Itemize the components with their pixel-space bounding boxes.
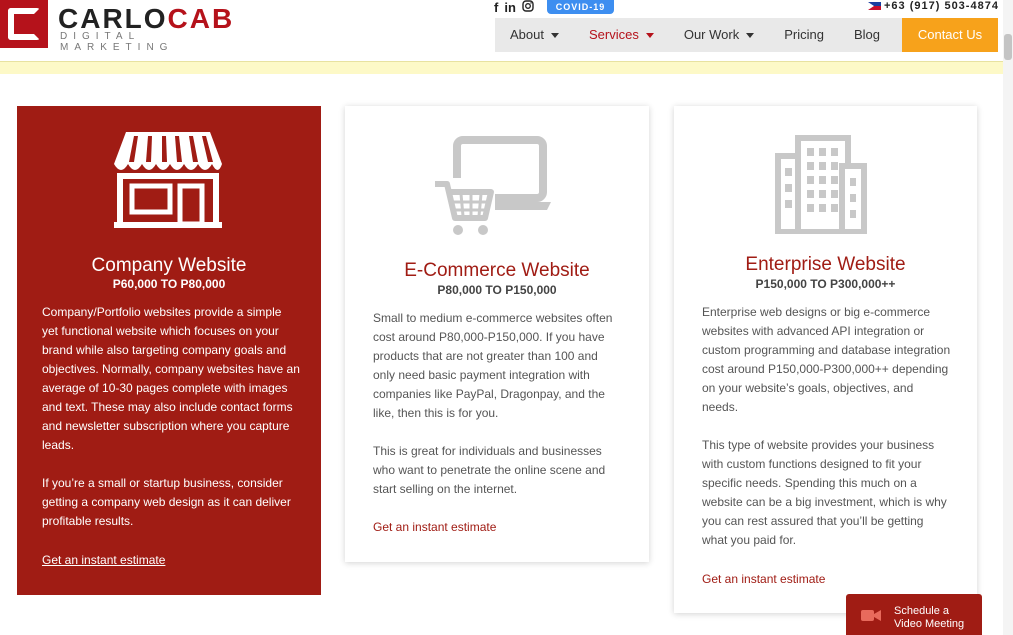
covid-badge[interactable]: COVID-19 bbox=[547, 0, 614, 14]
card-enterprise-website: Enterprise Website P150,000 TO P300,000+… bbox=[674, 106, 977, 613]
chevron-down-icon bbox=[645, 33, 654, 39]
brand-name: CARLOCAB bbox=[58, 3, 235, 34]
logo-mark-icon bbox=[0, 0, 48, 48]
video-meeting-label: Schedule a Video Meeting bbox=[894, 605, 965, 630]
video-camera-icon bbox=[861, 610, 881, 621]
storefront-icon bbox=[112, 128, 224, 229]
social-links: f in bbox=[494, 0, 534, 14]
card-description: Small to medium e-commerce websites ofte… bbox=[373, 311, 613, 420]
philippines-flag-icon bbox=[868, 2, 881, 11]
scrollbar-thumb[interactable] bbox=[1004, 34, 1012, 60]
card-price: P60,000 TO P80,000 bbox=[112, 277, 226, 291]
site-header: CARLOCAB DIGITAL MARKETING f in COVID-19… bbox=[0, 0, 1003, 62]
facebook-icon[interactable]: f bbox=[494, 1, 498, 14]
brand-tagline: DIGITAL MARKETING bbox=[60, 31, 174, 53]
scrollbar-track[interactable] bbox=[1003, 0, 1013, 635]
ecommerce-cart-icon bbox=[433, 136, 553, 236]
nav-blog[interactable]: Blog bbox=[839, 18, 895, 52]
instant-estimate-link[interactable]: Get an instant estimate bbox=[42, 553, 165, 567]
instant-estimate-link[interactable]: Get an instant estimate bbox=[702, 572, 825, 586]
chevron-down-icon bbox=[746, 33, 755, 39]
card-price: P150,000 TO P300,000++ bbox=[755, 277, 896, 291]
linkedin-icon[interactable]: in bbox=[504, 1, 516, 14]
brand-logo[interactable]: CARLOCAB DIGITAL MARKETING bbox=[0, 0, 250, 53]
card-title: E-Commerce Website bbox=[404, 260, 590, 281]
card-title: Enterprise Website bbox=[745, 254, 906, 275]
card-company-website: Company Website P60,000 TO P80,000 Compa… bbox=[17, 106, 321, 595]
card-description: Enterprise web designs or big e-commerce… bbox=[702, 305, 951, 414]
main-nav: About Services Our Work Pricing Blog Con… bbox=[495, 18, 998, 52]
nav-pricing[interactable]: Pricing bbox=[769, 18, 839, 52]
nav-services[interactable]: Services bbox=[574, 18, 669, 52]
card-description-2: This is great for individuals and busine… bbox=[373, 444, 606, 496]
instant-estimate-link[interactable]: Get an instant estimate bbox=[373, 520, 496, 534]
nav-our-work[interactable]: Our Work bbox=[669, 18, 769, 52]
card-description: Company/Portfolio websites provide a sim… bbox=[42, 305, 300, 452]
office-building-icon bbox=[774, 134, 869, 235]
card-ecommerce-website: E-Commerce Website P80,000 TO P150,000 S… bbox=[345, 106, 649, 562]
phone-number[interactable]: +63 (917) 503-4874 bbox=[868, 0, 999, 12]
card-description-2: If you’re a small or startup business, c… bbox=[42, 476, 291, 528]
chevron-down-icon bbox=[550, 33, 559, 39]
instagram-icon[interactable] bbox=[522, 0, 534, 14]
contact-us-button[interactable]: Contact Us bbox=[902, 18, 998, 52]
page: CARLOCAB DIGITAL MARKETING f in COVID-19… bbox=[0, 0, 1013, 635]
card-description-2: This type of website provides your busin… bbox=[702, 438, 947, 547]
card-title: Company Website bbox=[91, 255, 247, 276]
nav-about[interactable]: About bbox=[495, 18, 574, 52]
card-price: P80,000 TO P150,000 bbox=[437, 283, 557, 297]
schedule-video-meeting-button[interactable]: Schedule a Video Meeting bbox=[846, 594, 982, 635]
notice-banner bbox=[0, 61, 1003, 74]
